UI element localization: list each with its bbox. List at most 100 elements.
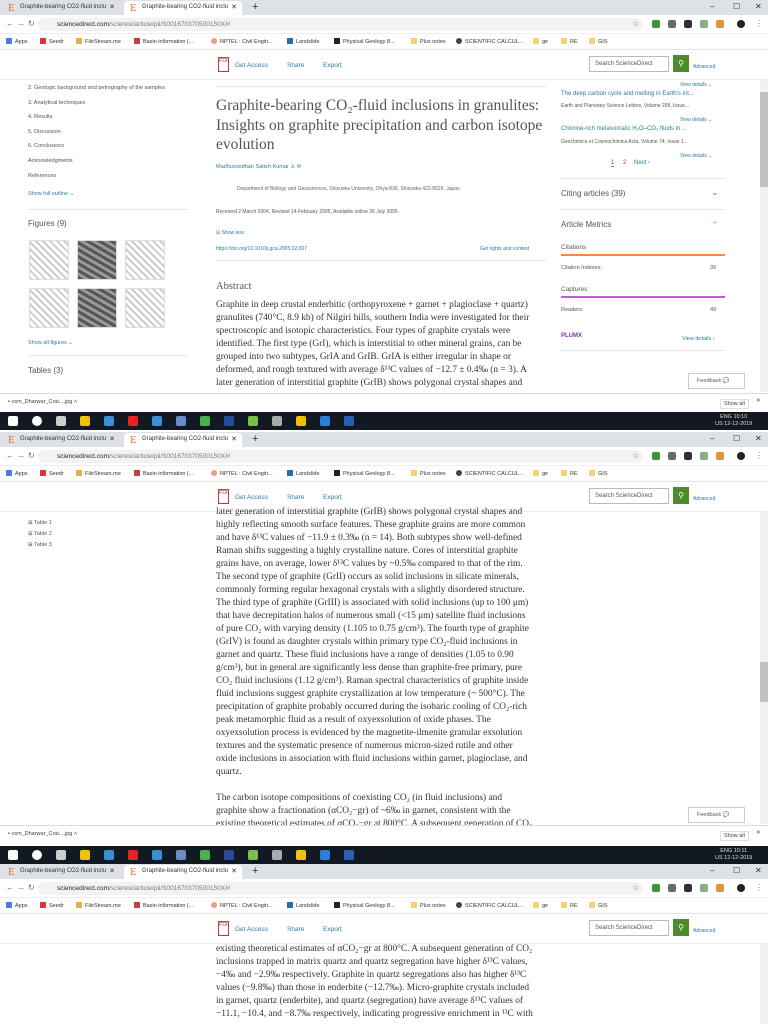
search-input[interactable]: Search ScienceDirect xyxy=(589,488,669,504)
tab-2[interactable]: E Graphite-bearing CO2-fluid inclu ✕ xyxy=(124,1,242,15)
share-link[interactable]: Share xyxy=(287,62,304,69)
search-button[interactable]: ⚲ xyxy=(673,487,689,504)
app-icon[interactable] xyxy=(104,850,114,860)
view-details-link[interactable]: View details ⌄ xyxy=(680,82,712,88)
search-input[interactable]: Search ScienceDirect xyxy=(589,56,669,72)
export-link[interactable]: Export xyxy=(323,62,342,69)
close-window-button[interactable]: ✕ xyxy=(755,2,762,11)
opera-icon[interactable] xyxy=(128,416,138,426)
close-tab-icon[interactable]: ✕ xyxy=(109,3,115,11)
figure-thumbnail[interactable] xyxy=(29,240,69,280)
get-access-link[interactable]: Get Access xyxy=(235,494,268,501)
extension-icon[interactable] xyxy=(700,452,708,460)
extension-icon[interactable] xyxy=(652,452,660,460)
bookmark[interactable]: Apps xyxy=(6,902,28,909)
back-icon[interactable]: ← xyxy=(6,451,14,460)
figure-thumbnail[interactable] xyxy=(77,288,117,328)
bookmark-folder[interactable]: GIS xyxy=(589,38,607,45)
figure-thumbnail[interactable] xyxy=(125,288,165,328)
extension-icon[interactable] xyxy=(668,884,676,892)
bookmark[interactable]: Apps xyxy=(6,38,28,45)
bookmark[interactable]: Seedr xyxy=(40,470,64,477)
minimize-button[interactable]: – xyxy=(710,434,714,443)
close-download-bar-icon[interactable]: ✕ xyxy=(756,830,761,836)
share-link[interactable]: Share xyxy=(287,494,304,501)
edge-icon[interactable] xyxy=(320,850,330,860)
word-icon[interactable] xyxy=(344,416,354,426)
app-icon[interactable] xyxy=(248,850,258,860)
forward-icon[interactable]: → xyxy=(17,883,25,892)
maximize-button[interactable]: ☐ xyxy=(733,866,740,875)
bookmark[interactable]: FileStream.me xyxy=(76,902,121,909)
extension-icon[interactable] xyxy=(684,452,692,460)
figure-thumbnail[interactable] xyxy=(125,240,165,280)
menu-icon[interactable]: ⋮ xyxy=(755,451,763,460)
citing-articles-toggle[interactable]: Citing articles (39) xyxy=(561,189,625,198)
page-1-button[interactable]: 1 xyxy=(611,160,615,167)
bookmark-folder[interactable]: Plus notes xyxy=(411,902,446,909)
download-item[interactable]: ▪ csm_Dharwar_Crat....jpg ˄ xyxy=(8,399,77,405)
app-icon[interactable] xyxy=(176,416,186,426)
file-explorer-icon[interactable] xyxy=(80,416,90,426)
close-tab-icon[interactable]: ✕ xyxy=(109,435,115,443)
extension-icon[interactable] xyxy=(716,452,724,460)
system-clock[interactable]: ENG 10:10 US 12-12-2019 xyxy=(715,414,752,428)
extension-icon[interactable] xyxy=(684,884,692,892)
new-tab-button[interactable]: + xyxy=(252,865,258,877)
export-link[interactable]: Export xyxy=(323,494,342,501)
extension-icon[interactable] xyxy=(652,20,660,28)
get-rights-link[interactable]: Get rights and content xyxy=(480,246,529,252)
file-explorer-icon[interactable] xyxy=(80,850,90,860)
bookmark-star-icon[interactable]: ☆ xyxy=(632,19,639,28)
show-all-downloads-button[interactable]: Show all xyxy=(720,399,749,409)
chrome-icon[interactable] xyxy=(200,850,210,860)
bookmark-folder[interactable]: GIS xyxy=(589,902,607,909)
back-icon[interactable]: ← xyxy=(6,19,14,28)
minimize-button[interactable]: – xyxy=(710,866,714,875)
windows-start-icon[interactable] xyxy=(8,850,18,860)
extension-icon[interactable] xyxy=(700,884,708,892)
bookmark[interactable]: SCIENTIFIC CALCUL... xyxy=(456,902,523,909)
extension-icon[interactable] xyxy=(700,20,708,28)
menu-icon[interactable]: ⋮ xyxy=(755,883,763,892)
table-link[interactable]: ⊞ Table 3 xyxy=(28,542,52,553)
outline-item[interactable]: 3. Analytical techniques xyxy=(28,100,165,115)
system-clock[interactable]: ENG 10:11 US 12-12-2019 xyxy=(715,848,752,862)
show-full-outline-link[interactable]: Show full outline ⌄ xyxy=(28,191,165,206)
bookmark[interactable]: Basin information |... xyxy=(134,902,193,909)
profile-avatar[interactable] xyxy=(737,20,745,28)
bookmark-star-icon[interactable]: ☆ xyxy=(632,883,639,892)
app-icon[interactable] xyxy=(272,416,282,426)
chrome-icon[interactable] xyxy=(200,416,210,426)
recommended-article-link[interactable]: Chlorine-rich metasomatic H₂O–CO₂ fluids… xyxy=(561,126,687,132)
word-icon[interactable] xyxy=(344,850,354,860)
advanced-search-link[interactable]: Advanced xyxy=(693,928,715,934)
extension-icon[interactable] xyxy=(716,20,724,28)
outline-item[interactable]: 4. Results xyxy=(28,114,165,129)
bookmark[interactable]: Physical Geology 8... xyxy=(334,38,395,45)
bookmark-folder[interactable]: RE xyxy=(561,470,578,477)
bookmark-folder[interactable]: GIS xyxy=(589,470,607,477)
bookmark[interactable]: NPTEL : Civil Engin... xyxy=(211,902,273,909)
extension-icon[interactable] xyxy=(684,20,692,28)
doi-link[interactable]: https://doi.org/10.1016/j.gca.2005.02.00… xyxy=(216,246,307,252)
close-window-button[interactable]: ✕ xyxy=(755,434,762,443)
chevron-up-icon[interactable]: ⌃ xyxy=(711,220,719,231)
new-tab-button[interactable]: + xyxy=(252,1,258,13)
feedback-button[interactable]: Feedback 💬 xyxy=(688,807,745,823)
reload-icon[interactable]: ↻ xyxy=(28,19,35,28)
tab-2[interactable]: E Graphite-bearing CO2-fluid inclu ✕ xyxy=(124,865,242,879)
bookmark[interactable]: Landslide xyxy=(287,470,320,477)
get-access-link[interactable]: Get Access xyxy=(235,62,268,69)
tab-1[interactable]: E Graphite-bearing CO2-fluid inclu ✕ xyxy=(2,1,120,15)
bookmark[interactable]: SCIENTIFIC CALCUL... xyxy=(456,470,523,477)
outline-item[interactable]: References xyxy=(28,173,165,188)
feedback-button[interactable]: Feedback 💬 xyxy=(688,373,745,389)
back-icon[interactable]: ← xyxy=(6,883,14,892)
app-icon[interactable] xyxy=(104,416,114,426)
url-input[interactable]: sciencedirect.com/science/article/pii/S0… xyxy=(38,450,643,463)
table-link[interactable]: ⊞ Table 1 xyxy=(28,520,52,531)
maximize-button[interactable]: ☐ xyxy=(733,2,740,11)
bookmark[interactable]: FileStream.me xyxy=(76,470,121,477)
new-tab-button[interactable]: + xyxy=(252,433,258,445)
